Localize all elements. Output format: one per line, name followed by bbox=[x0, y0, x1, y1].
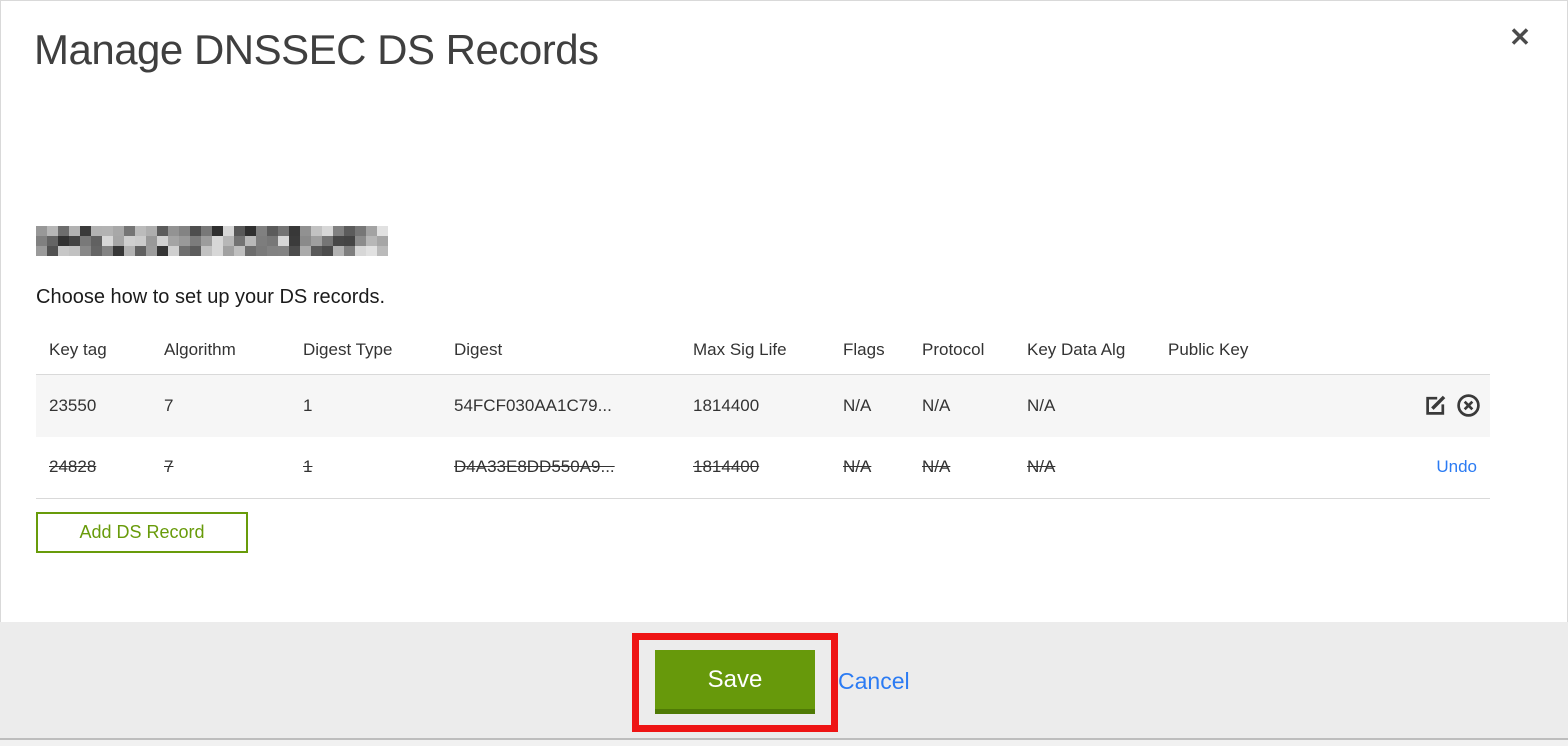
undo-link[interactable]: Undo bbox=[1436, 457, 1482, 476]
cell-actions: Undo bbox=[1290, 436, 1490, 499]
save-button[interactable]: Save bbox=[655, 650, 815, 714]
col-header-public-key: Public Key bbox=[1155, 330, 1290, 375]
cell-digest: 54FCF030AA1C79... bbox=[441, 374, 680, 437]
cell-actions bbox=[1290, 374, 1490, 437]
cell-digest-type: 1 bbox=[290, 374, 441, 437]
col-header-digest: Digest bbox=[441, 330, 680, 375]
table-row: 24828 7 1 D4A33E8DD550A9... 1814400 N/A … bbox=[36, 436, 1490, 499]
cell-algorithm: 7 bbox=[151, 374, 290, 437]
edit-record-icon[interactable] bbox=[1422, 392, 1449, 419]
add-ds-record-button[interactable]: Add DS Record bbox=[36, 512, 248, 553]
close-icon[interactable]: ✕ bbox=[1503, 20, 1537, 54]
dnssec-modal: Manage DNSSEC DS Records ✕ Choose how to… bbox=[0, 0, 1568, 746]
page-below-modal bbox=[0, 740, 1568, 746]
col-header-flags: Flags bbox=[830, 330, 909, 375]
cell-algorithm: 7 bbox=[151, 436, 290, 499]
cell-flags: N/A bbox=[830, 374, 909, 437]
cell-flags: N/A bbox=[830, 436, 909, 499]
col-header-algorithm: Algorithm bbox=[151, 330, 290, 375]
cell-max-sig-life: 1814400 bbox=[680, 436, 830, 499]
cell-protocol: N/A bbox=[909, 374, 1014, 437]
cell-public-key bbox=[1155, 436, 1290, 499]
cell-digest: D4A33E8DD550A9... bbox=[441, 436, 680, 499]
cell-public-key bbox=[1155, 374, 1290, 437]
cell-key-tag: 23550 bbox=[36, 374, 151, 437]
page-title: Manage DNSSEC DS Records bbox=[34, 26, 599, 73]
cell-key-data-alg: N/A bbox=[1014, 374, 1155, 437]
col-header-key-tag: Key tag bbox=[36, 330, 151, 375]
delete-record-icon[interactable] bbox=[1455, 392, 1482, 419]
col-header-protocol: Protocol bbox=[909, 330, 1014, 375]
cell-key-data-alg: N/A bbox=[1014, 436, 1155, 499]
instruction-text: Choose how to set up your DS records. bbox=[36, 286, 386, 308]
col-header-digest-type: Digest Type bbox=[290, 330, 441, 375]
col-header-actions bbox=[1290, 330, 1490, 375]
table-row: 23550 7 1 54FCF030AA1C79... 1814400 N/A … bbox=[36, 374, 1490, 437]
cancel-link[interactable]: Cancel bbox=[838, 668, 910, 695]
cell-digest-type: 1 bbox=[290, 436, 441, 499]
redacted-domain-name bbox=[36, 226, 388, 256]
col-header-key-data-alg: Key Data Alg bbox=[1014, 330, 1155, 375]
cell-key-tag: 24828 bbox=[36, 436, 151, 499]
ds-records-table: Key tag Algorithm Digest Type Digest Max… bbox=[36, 330, 1490, 499]
table-header-row: Key tag Algorithm Digest Type Digest Max… bbox=[36, 330, 1490, 375]
cell-protocol: N/A bbox=[909, 436, 1014, 499]
col-header-max-sig-life: Max Sig Life bbox=[680, 330, 830, 375]
modal-footer: Save Cancel bbox=[0, 622, 1568, 746]
cell-max-sig-life: 1814400 bbox=[680, 374, 830, 437]
